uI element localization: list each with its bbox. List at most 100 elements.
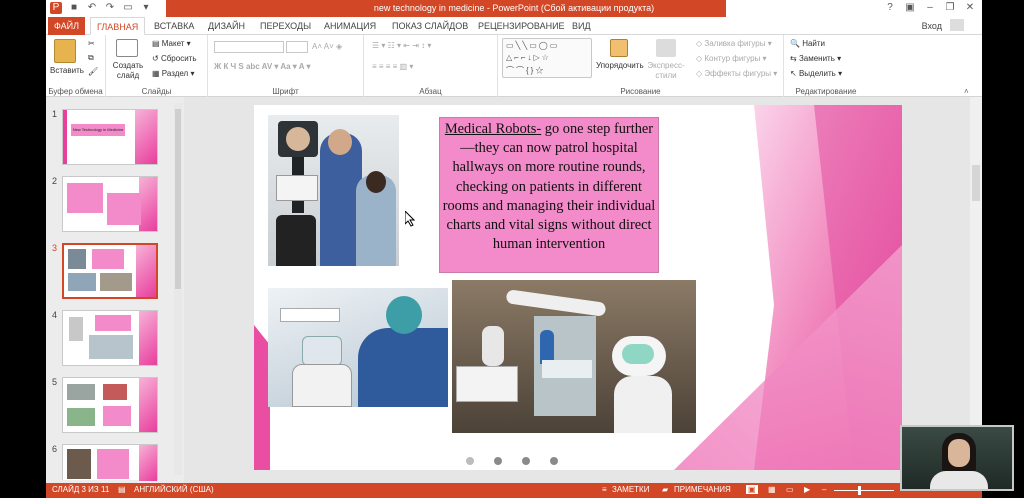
scrollbar-thumb[interactable] <box>175 109 181 289</box>
notes-icon[interactable]: ≡ <box>602 485 607 494</box>
thumb-photo <box>68 249 86 269</box>
slide-thumbnail-1[interactable]: New Technology in Medicine <box>62 109 158 165</box>
start-slideshow-icon[interactable]: ▭ <box>122 2 134 14</box>
comments-button[interactable]: ПРИМЕЧАНИЯ <box>674 485 731 494</box>
nurse-head <box>328 129 352 155</box>
ribbon-display-icon[interactable]: ▣ <box>902 1 918 15</box>
caption-textbox[interactable]: Medical Robots- go one step further—they… <box>439 117 659 273</box>
tab-view[interactable]: ВИД <box>566 17 597 35</box>
undo-icon[interactable]: ↶ <box>86 2 98 14</box>
thumb-pink-band <box>135 110 157 164</box>
tab-review[interactable]: РЕЦЕНЗИРОВАНИЕ <box>472 17 571 35</box>
font-name-combo[interactable] <box>214 41 284 53</box>
cut-icon[interactable]: ✂ <box>88 39 95 48</box>
slideshow-icon[interactable]: ▶ <box>804 485 810 494</box>
shape-outline-button[interactable]: ◇ Контур фигуры ▾ <box>696 54 767 63</box>
paste-icon[interactable] <box>54 39 76 63</box>
ribbon-tabs: ФАЙЛ ГЛАВНАЯ ВСТАВКА ДИЗАЙН ПЕРЕХОДЫ АНИ… <box>46 17 982 35</box>
redo-icon[interactable]: ↷ <box>104 2 116 14</box>
help-button[interactable]: ? <box>882 1 898 15</box>
arrange-label[interactable]: Упорядочить <box>596 61 644 70</box>
select-button[interactable]: ↖ Выделить ▾ <box>790 69 842 78</box>
new-slide-icon[interactable] <box>116 39 138 57</box>
caption-body: go one step further—they can now patrol … <box>442 121 656 253</box>
spellcheck-icon[interactable]: ▤ <box>118 485 126 494</box>
layout-button[interactable]: ▤ Макет ▾ <box>152 39 191 48</box>
arrange-icon[interactable] <box>610 39 628 57</box>
shape-fill-button[interactable]: ◇ Заливка фигуры ▾ <box>696 39 772 48</box>
tab-transitions[interactable]: ПЕРЕХОДЫ <box>254 17 317 35</box>
photo-telepresence-robot[interactable] <box>268 115 399 266</box>
tab-insert[interactable]: ВСТАВКА <box>148 17 200 35</box>
reset-button[interactable]: ↺ Сбросить <box>152 54 197 63</box>
user-avatar[interactable] <box>950 19 964 31</box>
group-clipboard: Вставить ✂ ⧉ 🖌 Буфер обмена <box>46 35 106 97</box>
save-icon[interactable]: ■ <box>68 2 80 14</box>
replace-label: Заменить <box>798 54 835 63</box>
zoom-slider-thumb[interactable] <box>858 486 861 495</box>
new-slide-label[interactable]: Создать слайд <box>110 61 146 81</box>
slide-thumbnail-3[interactable] <box>62 243 158 299</box>
title-bar: new technology in medicine - PowerPoint … <box>46 0 982 17</box>
shapes-row-2[interactable]: △⌐⌐↓▷☆ <box>506 53 551 62</box>
copy-icon[interactable]: ⧉ <box>88 53 94 63</box>
font-group-label: Шрифт <box>272 87 299 96</box>
robot-body <box>292 364 352 407</box>
format-painter-icon[interactable]: 🖌 <box>88 67 98 76</box>
lab-shelf <box>280 308 340 322</box>
align-icons[interactable]: ≡ ≡ ≡ ≡ ▥ ▾ <box>372 62 413 71</box>
font-format-icons[interactable]: Ж К Ч S abc AV ▾ Aa ▾ A ▾ <box>214 62 310 71</box>
shapes-row-1[interactable]: ▭╲╲▭◯▭ <box>506 41 559 50</box>
thumb-left-band <box>63 110 67 164</box>
paste-label[interactable]: Вставить <box>50 66 84 75</box>
tab-animations[interactable]: АНИМАЦИЯ <box>318 17 382 35</box>
hospital-bed <box>542 360 592 378</box>
shape-effects-button[interactable]: ◇ Эффекты фигуры ▾ <box>696 69 777 78</box>
group-slides: Создать слайд ▤ Макет ▾ ↺ Сбросить ▦ Раз… <box>106 35 208 97</box>
shapes-row-3[interactable]: ⌒⌒{}☆ <box>506 65 545 76</box>
signin-link[interactable]: Вход <box>922 21 942 31</box>
language-indicator[interactable]: АНГЛИЙСКИЙ (США) <box>134 485 214 494</box>
tab-home[interactable]: ГЛАВНАЯ <box>90 17 146 35</box>
font-size-combo[interactable] <box>286 41 308 53</box>
zoom-out-icon[interactable]: – <box>822 485 826 494</box>
notes-button[interactable]: ЗАМЕТКИ <box>612 485 649 494</box>
replace-button[interactable]: ⇆ Заменить ▾ <box>790 54 841 63</box>
slide-sorter-icon[interactable]: ▦ <box>768 485 776 494</box>
slide-thumbnail-4[interactable] <box>62 310 158 366</box>
slide-canvas[interactable]: Medical Robots- go one step further—they… <box>254 105 902 470</box>
thumb-pink-band <box>139 177 157 231</box>
slide-thumbnail-2[interactable] <box>62 176 158 232</box>
thumbnails-scrollbar[interactable] <box>174 103 182 475</box>
photo-lab-robot[interactable] <box>268 288 448 407</box>
thumb-photo <box>67 449 91 479</box>
photo-hospital-robot[interactable] <box>452 280 696 433</box>
slide-dot <box>494 457 502 465</box>
tab-file[interactable]: ФАЙЛ <box>48 17 86 35</box>
font-grow-shrink-icon[interactable]: A˄ A˅ ◈ <box>312 42 342 51</box>
quick-styles-icon[interactable] <box>656 39 676 57</box>
collapse-ribbon-icon[interactable]: ˄ <box>964 87 969 96</box>
slide-thumbnail-5[interactable] <box>62 377 158 433</box>
minimize-icon[interactable]: – <box>922 1 938 15</box>
comments-icon[interactable]: ▰ <box>662 485 668 494</box>
tab-slideshow[interactable]: ПОКАЗ СЛАЙДОВ <box>386 17 474 35</box>
robot-arm <box>482 326 504 366</box>
customize-toolbar-icon[interactable]: ▾ <box>140 2 152 14</box>
presenter-shirt <box>930 471 988 489</box>
zoom-slider[interactable] <box>834 490 894 491</box>
normal-view-icon[interactable]: ▣ <box>746 485 758 494</box>
quick-styles-label[interactable]: Экспресс-стили <box>646 61 686 81</box>
restore-icon[interactable]: ❐ <box>942 1 958 15</box>
thumb-photo <box>100 273 132 291</box>
section-button[interactable]: ▦ Раздел ▾ <box>152 69 194 78</box>
tab-design[interactable]: ДИЗАЙН <box>202 17 251 35</box>
find-button[interactable]: 🔍 Найти <box>790 39 825 48</box>
reading-view-icon[interactable]: ▭ <box>786 485 794 494</box>
close-icon[interactable]: ✕ <box>962 1 978 15</box>
slide-thumbnail-6[interactable] <box>62 444 158 481</box>
scrollbar-thumb[interactable] <box>972 165 980 201</box>
thumbnail-number: 5 <box>52 377 58 387</box>
list-icons[interactable]: ☰ ▾ ☷ ▾ ⇤ ⇥ ↕ ▾ <box>372 41 431 50</box>
shape-fill-label: Заливка фигуры <box>704 39 766 48</box>
